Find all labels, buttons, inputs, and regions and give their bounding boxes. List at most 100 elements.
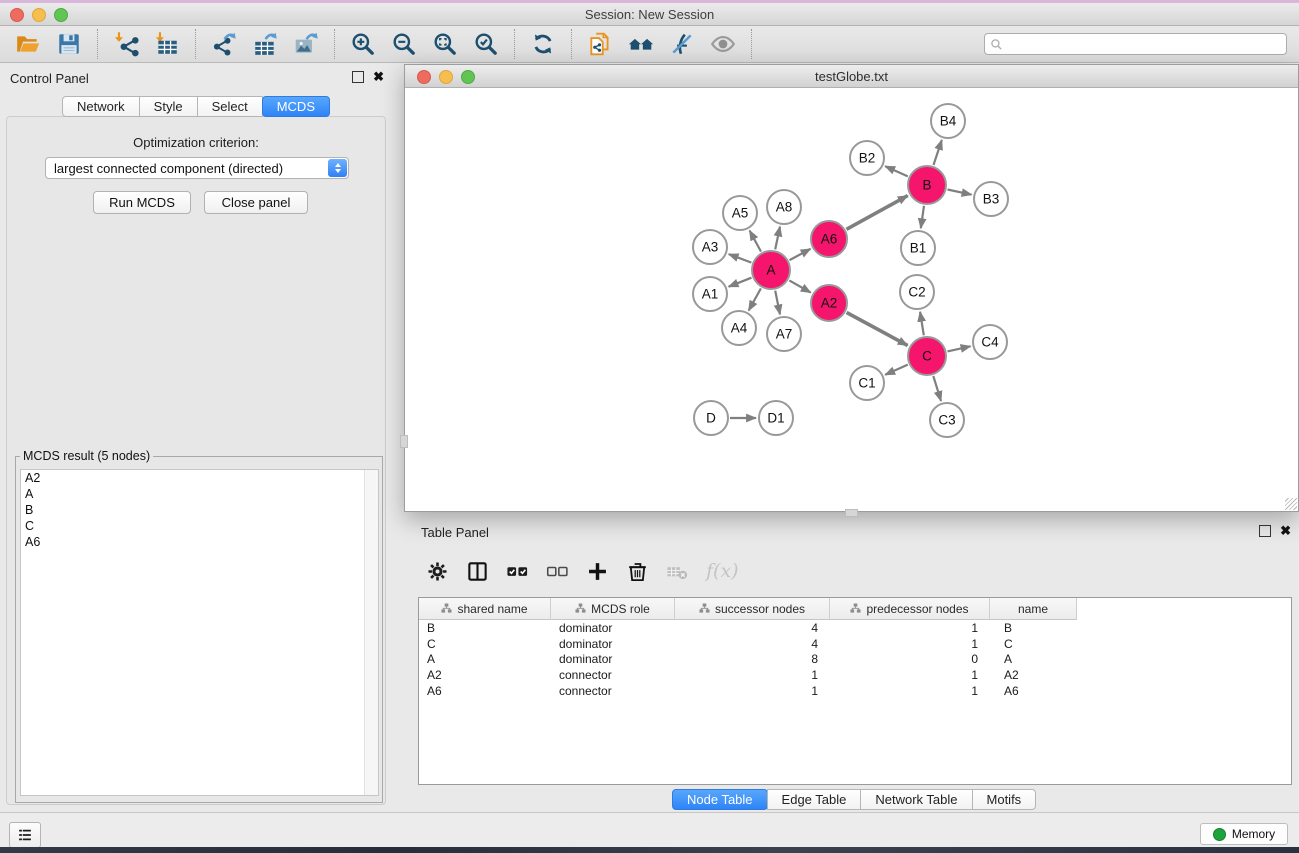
new-network-from-selection-icon[interactable] [586,30,614,58]
import-network-icon[interactable] [112,30,140,58]
graph-node-A[interactable]: A [752,251,790,289]
graph-node-A2[interactable]: A2 [811,285,847,321]
graph-node-C2[interactable]: C2 [900,275,934,309]
edge-A-A4[interactable] [749,288,761,310]
table-row[interactable]: A6connector11A6 [419,683,1291,699]
edge-B-B1[interactable] [921,206,924,228]
edge-A-A5[interactable] [750,231,761,252]
zoom-out-icon[interactable] [390,30,418,58]
graph-node-C1[interactable]: C1 [850,366,884,400]
float-panel-icon[interactable] [352,71,364,83]
edge-C-C1[interactable] [885,365,908,375]
graph-node-C4[interactable]: C4 [973,325,1007,359]
graph-node-A8[interactable]: A8 [767,190,801,224]
zoom-in-icon[interactable] [349,30,377,58]
import-table-icon[interactable] [153,30,181,58]
edge-C-C3[interactable] [933,376,941,401]
edge-A6-B[interactable] [847,196,908,230]
export-image-icon[interactable] [292,30,320,58]
edge-C-C4[interactable] [948,346,971,351]
edge-A-A8[interactable] [775,227,780,250]
column-header-predecessor-nodes[interactable]: predecessor nodes [830,598,990,620]
table-tab-edge-table[interactable]: Edge Table [767,789,862,810]
network-canvas[interactable]: B4B2BB3A5A8A6A3B1AC2A1A2A4A7C4CC1C3DD1 [405,88,1298,511]
graph-node-B1[interactable]: B1 [901,231,935,265]
search-input[interactable] [1003,35,1286,53]
table-float-panel-icon[interactable] [1259,525,1271,537]
memory-button[interactable]: Memory [1200,823,1288,845]
column-header-mcds-role[interactable]: MCDS role [551,598,675,620]
zoom-selected-icon[interactable] [472,30,500,58]
graph-node-C[interactable]: C [908,337,946,375]
edge-A-A7[interactable] [775,291,780,315]
graph-node-D[interactable]: D [694,401,728,435]
toggle-graphics-details-icon[interactable] [668,30,696,58]
table-row[interactable]: A2connector11A2 [419,667,1291,683]
mcds-result-item[interactable]: A2 [21,470,378,486]
close-panel-button[interactable]: Close panel [204,191,308,214]
mcds-result-item[interactable]: A6 [21,534,378,550]
deselect-all-icon[interactable] [546,560,569,583]
task-history-button[interactable] [9,822,41,848]
column-header-successor-nodes[interactable]: successor nodes [675,598,830,620]
network-window-titlebar[interactable]: testGlobe.txt [405,65,1298,88]
split-panel-icon[interactable] [466,560,489,583]
network-graph[interactable]: B4B2BB3A5A8A6A3B1AC2A1A2A4A7C4CC1C3DD1 [405,88,1298,511]
export-table-icon[interactable] [251,30,279,58]
table-row[interactable]: Cdominator41C [419,636,1291,652]
table-row[interactable]: Adominator80A [419,652,1291,668]
edge-C-C2[interactable] [920,312,924,336]
edge-B-B4[interactable] [934,140,942,165]
delete-column-icon[interactable] [626,560,649,583]
tab-style[interactable]: Style [139,96,198,117]
tab-mcds[interactable]: MCDS [262,96,330,117]
graph-node-C3[interactable]: C3 [930,403,964,437]
edge-B-B2[interactable] [885,166,908,176]
graph-node-A3[interactable]: A3 [693,230,727,264]
table-close-panel-icon[interactable]: ✖ [1280,526,1291,536]
refresh-layout-icon[interactable] [529,30,557,58]
edge-A-A2[interactable] [789,280,810,292]
edge-A-A3[interactable] [729,254,752,263]
mcds-result-list[interactable]: A2ABCA6 [20,469,379,796]
column-header-name[interactable]: name [990,598,1077,620]
add-column-icon[interactable] [586,560,609,583]
mcds-result-item[interactable]: A [21,486,378,502]
edge-A-A6[interactable] [790,249,811,260]
zoom-fit-icon[interactable] [431,30,459,58]
table-tab-node-table[interactable]: Node Table [672,789,768,810]
graph-node-A7[interactable]: A7 [767,317,801,351]
graph-node-A1[interactable]: A1 [693,277,727,311]
table-tab-motifs[interactable]: Motifs [972,789,1037,810]
save-session-icon[interactable] [55,30,83,58]
mcds-result-item[interactable]: C [21,518,378,534]
export-network-icon[interactable] [210,30,238,58]
table-settings-gear-icon[interactable] [426,560,449,583]
tab-select[interactable]: Select [197,96,263,117]
network-view-window[interactable]: testGlobe.txt B4 B2 B B3 A5 A8 A6 A3 B1 A C2 A1 A2 A4… [404,64,1299,512]
homes-icon[interactable] [627,30,655,58]
graph-node-A4[interactable]: A4 [722,311,756,345]
close-panel-icon[interactable]: ✖ [373,72,384,82]
table-tab-network-table[interactable]: Network Table [860,789,972,810]
resize-grip-icon[interactable] [1285,498,1297,510]
tab-network[interactable]: Network [62,96,140,117]
mcds-result-item[interactable]: B [21,502,378,518]
edge-A-A1[interactable] [729,278,752,287]
graph-node-A5[interactable]: A5 [723,196,757,230]
edge-A2-C[interactable] [847,313,908,346]
graph-node-B2[interactable]: B2 [850,141,884,175]
graph-node-B4[interactable]: B4 [931,104,965,138]
search-box[interactable] [984,33,1287,55]
select-all-icon[interactable] [506,560,529,583]
table-row[interactable]: Bdominator41B [419,620,1291,636]
column-header-shared-name[interactable]: shared name [419,598,551,620]
graph-node-A6[interactable]: A6 [811,221,847,257]
graph-node-B3[interactable]: B3 [974,182,1008,216]
open-session-icon[interactable] [14,30,42,58]
list-scrollbar[interactable] [364,470,378,795]
graph-node-B[interactable]: B [908,166,946,204]
left-scroll-nub[interactable] [400,435,408,448]
run-mcds-button[interactable]: Run MCDS [93,191,191,214]
main-titlebar[interactable]: Session: New Session [0,3,1299,26]
